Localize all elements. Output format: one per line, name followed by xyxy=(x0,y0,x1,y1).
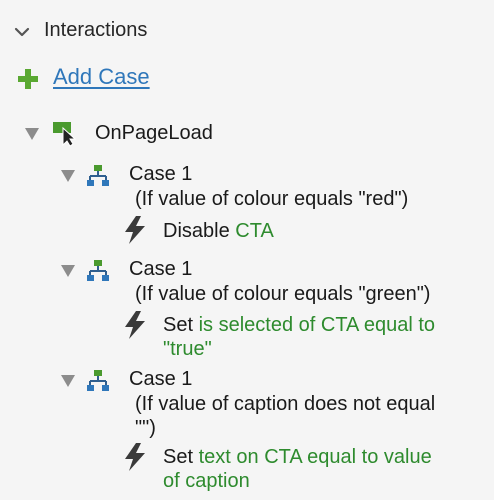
action-target: is selected of CTA equal to xyxy=(198,314,436,336)
case-condition: (If value of caption does not equal "") xyxy=(135,393,436,439)
case-label[interactable]: Case 1 xyxy=(129,163,192,186)
action-verb: Set xyxy=(163,446,194,468)
action-target-cont: of caption xyxy=(163,470,250,492)
case-tree-icon xyxy=(87,370,109,391)
add-case-link[interactable]: Add Case xyxy=(53,64,150,90)
case-condition: (If value of colour equals "red") xyxy=(135,188,409,210)
action-verb: Set xyxy=(163,314,194,336)
action-target: text on CTA equal to value xyxy=(198,446,432,468)
event-onpageload[interactable]: OnPageLoad xyxy=(95,122,213,145)
case-condition: (If value of colour equals "green") xyxy=(135,283,431,305)
plus-icon[interactable] xyxy=(16,67,40,91)
triangle-down-icon[interactable] xyxy=(24,127,40,141)
case-tree-icon xyxy=(87,260,109,281)
case-label[interactable]: Case 1 xyxy=(129,258,192,281)
case-action[interactable]: Set text on CTA equal to value of captio… xyxy=(163,445,432,493)
action-verb: Disable xyxy=(163,220,230,242)
lightning-icon xyxy=(125,311,145,339)
case-action[interactable]: Set is selected of CTA equal to "true" xyxy=(163,313,435,361)
chevron-down-icon[interactable] xyxy=(12,22,32,42)
panel-title: Interactions xyxy=(44,19,148,41)
case-tree-icon xyxy=(87,165,109,186)
lightning-icon xyxy=(125,443,145,471)
case-label[interactable]: Case 1 xyxy=(129,368,192,391)
action-target-cont: "true" xyxy=(163,338,212,360)
lightning-icon xyxy=(125,216,145,244)
action-target: CTA xyxy=(235,220,274,242)
triangle-down-icon[interactable] xyxy=(60,264,76,278)
event-cursor-icon xyxy=(53,122,77,147)
case-action[interactable]: Disable CTA xyxy=(163,219,274,243)
triangle-down-icon[interactable] xyxy=(60,169,76,183)
triangle-down-icon[interactable] xyxy=(60,374,76,388)
